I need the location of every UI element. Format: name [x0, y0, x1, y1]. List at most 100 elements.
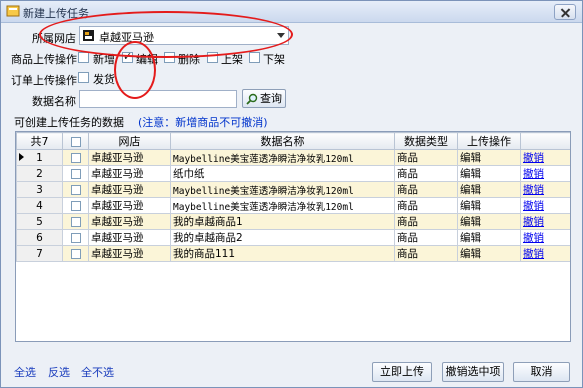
row-op-cell: 编辑	[457, 181, 521, 198]
row-op-cell: 编辑	[457, 229, 521, 246]
row-checkbox-cell[interactable]	[62, 165, 89, 182]
row-name-cell: 我的卓越商品1	[170, 213, 395, 230]
shop-select[interactable]: 卓越亚马逊	[79, 26, 289, 45]
row-name-cell: 我的商品111	[170, 245, 395, 262]
col-action-header	[520, 132, 570, 150]
shop-select-value: 卓越亚马逊	[99, 31, 154, 44]
table-row[interactable]: 1 卓越亚马逊 Maybelline美宝莲透净瞬洁净妆乳120ml 商品 编辑 …	[16, 149, 570, 166]
row-undo-link[interactable]: 撤销	[523, 152, 544, 164]
chevron-down-icon[interactable]	[277, 33, 285, 38]
row-checkbox-cell[interactable]	[62, 229, 89, 246]
data-name-input[interactable]	[79, 90, 237, 108]
row-action-cell[interactable]: 撤销	[520, 197, 570, 214]
row-shop-cell: 卓越亚马逊	[88, 165, 171, 182]
row-shop-cell: 卓越亚马逊	[88, 197, 171, 214]
upload-now-button[interactable]: 立即上传	[372, 362, 432, 382]
cancel-button[interactable]: 取消	[513, 362, 570, 382]
row-type-cell: 商品	[394, 149, 458, 166]
op-offshelf-label: 下架	[263, 53, 285, 66]
col-select-header[interactable]	[62, 132, 89, 150]
row-checkbox-cell[interactable]	[62, 149, 89, 166]
op-ship-checkbox[interactable]	[78, 72, 89, 83]
row-type-cell: 商品	[394, 197, 458, 214]
op-offshelf-checkbox[interactable]	[249, 52, 260, 63]
row-undo-link[interactable]: 撤销	[523, 184, 544, 196]
op-ship-label: 发货	[93, 73, 115, 86]
op-delete-checkbox[interactable]	[164, 52, 175, 63]
select-all-checkbox[interactable]	[70, 136, 81, 147]
col-name-header[interactable]: 数据名称	[170, 132, 395, 150]
row-checkbox[interactable]	[70, 184, 81, 195]
row-number-cell: 4	[16, 197, 63, 214]
row-action-cell[interactable]: 撤销	[520, 245, 570, 262]
op-onshelf-checkbox[interactable]	[207, 52, 218, 63]
row-checkbox[interactable]	[70, 216, 81, 227]
op-edit-label: 编辑	[136, 53, 158, 66]
row-type-cell: 商品	[394, 181, 458, 198]
row-op-cell: 编辑	[457, 165, 521, 182]
row-action-cell[interactable]: 撤销	[520, 229, 570, 246]
product-op-label: 商品上传操作	[11, 53, 77, 66]
row-op-cell: 编辑	[457, 149, 521, 166]
op-add-checkbox[interactable]	[78, 52, 89, 63]
data-name-label: 数据名称	[32, 95, 76, 108]
row-number-cell: 1	[16, 149, 63, 166]
invert-selection-link[interactable]: 反选	[48, 364, 70, 380]
data-grid[interactable]: 共7 网店 数据名称 数据类型 上传操作 1 卓越亚马逊 Maybelline美…	[15, 131, 571, 342]
row-checkbox-cell[interactable]	[62, 213, 89, 230]
table-row[interactable]: 2 卓越亚马逊 纸巾纸 商品 编辑 撤销	[16, 165, 570, 182]
op-onshelf-label: 上架	[221, 53, 243, 66]
row-undo-link[interactable]: 撤销	[523, 168, 544, 180]
window-app-icon	[6, 5, 20, 17]
select-none-link[interactable]: 全不选	[81, 364, 114, 380]
row-type-cell: 商品	[394, 165, 458, 182]
table-row[interactable]: 3 卓越亚马逊 Maybelline美宝莲透净瞬洁净妆乳120ml 商品 编辑 …	[16, 181, 570, 198]
row-checkbox[interactable]	[70, 168, 81, 179]
row-action-cell[interactable]: 撤销	[520, 149, 570, 166]
table-row[interactable]: 4 卓越亚马逊 Maybelline美宝莲透净瞬洁净妆乳120ml 商品 编辑 …	[16, 197, 570, 214]
table-row[interactable]: 5 卓越亚马逊 我的卓越商品1 商品 编辑 撤销	[16, 213, 570, 230]
row-checkbox[interactable]	[70, 200, 81, 211]
search-icon	[246, 93, 258, 105]
row-undo-link[interactable]: 撤销	[523, 248, 544, 260]
row-action-cell[interactable]: 撤销	[520, 213, 570, 230]
row-op-cell: 编辑	[457, 245, 521, 262]
row-checkbox[interactable]	[70, 232, 81, 243]
table-row[interactable]: 7 卓越亚马逊 我的商品111 商品 编辑 撤销	[16, 245, 570, 262]
row-number-cell: 3	[16, 181, 63, 198]
col-op-header[interactable]: 上传操作	[457, 132, 521, 150]
row-name-cell: 纸巾纸	[170, 165, 395, 182]
row-type-cell: 商品	[394, 229, 458, 246]
row-undo-link[interactable]: 撤销	[523, 200, 544, 212]
row-shop-cell: 卓越亚马逊	[88, 149, 171, 166]
grid-note: (注意：新增商品不可撤消)	[138, 116, 268, 129]
table-row[interactable]: 6 卓越亚马逊 我的卓越商品2 商品 编辑 撤销	[16, 229, 570, 246]
row-checkbox[interactable]	[70, 248, 81, 259]
row-checkbox[interactable]	[70, 152, 81, 163]
undo-selected-button[interactable]: 撤销选中项	[442, 362, 504, 382]
search-button[interactable]: 查询	[242, 89, 286, 108]
row-action-cell[interactable]: 撤销	[520, 165, 570, 182]
row-name-cell: Maybelline美宝莲透净瞬洁净妆乳120ml	[170, 181, 395, 198]
row-checkbox-cell[interactable]	[62, 245, 89, 262]
row-action-cell[interactable]: 撤销	[520, 181, 570, 198]
row-shop-cell: 卓越亚马逊	[88, 181, 171, 198]
row-number-cell: 6	[16, 229, 63, 246]
op-edit-checkbox[interactable]	[122, 50, 133, 63]
row-undo-link[interactable]: 撤销	[523, 216, 544, 228]
col-type-header[interactable]: 数据类型	[394, 132, 458, 150]
row-checkbox-cell[interactable]	[62, 197, 89, 214]
col-count-header: 共7	[16, 132, 63, 150]
row-shop-cell: 卓越亚马逊	[88, 229, 171, 246]
row-name-cell: Maybelline美宝莲透净瞬洁净妆乳120ml	[170, 197, 395, 214]
row-type-cell: 商品	[394, 245, 458, 262]
title-bar: 新建上传任务	[1, 1, 582, 23]
row-type-cell: 商品	[394, 213, 458, 230]
row-checkbox-cell[interactable]	[62, 181, 89, 198]
col-shop-header[interactable]: 网店	[88, 132, 171, 150]
row-undo-link[interactable]: 撤销	[523, 232, 544, 244]
close-button[interactable]	[554, 4, 576, 20]
select-all-link[interactable]: 全选	[14, 364, 36, 380]
window-title: 新建上传任务	[23, 7, 89, 20]
row-shop-cell: 卓越亚马逊	[88, 213, 171, 230]
